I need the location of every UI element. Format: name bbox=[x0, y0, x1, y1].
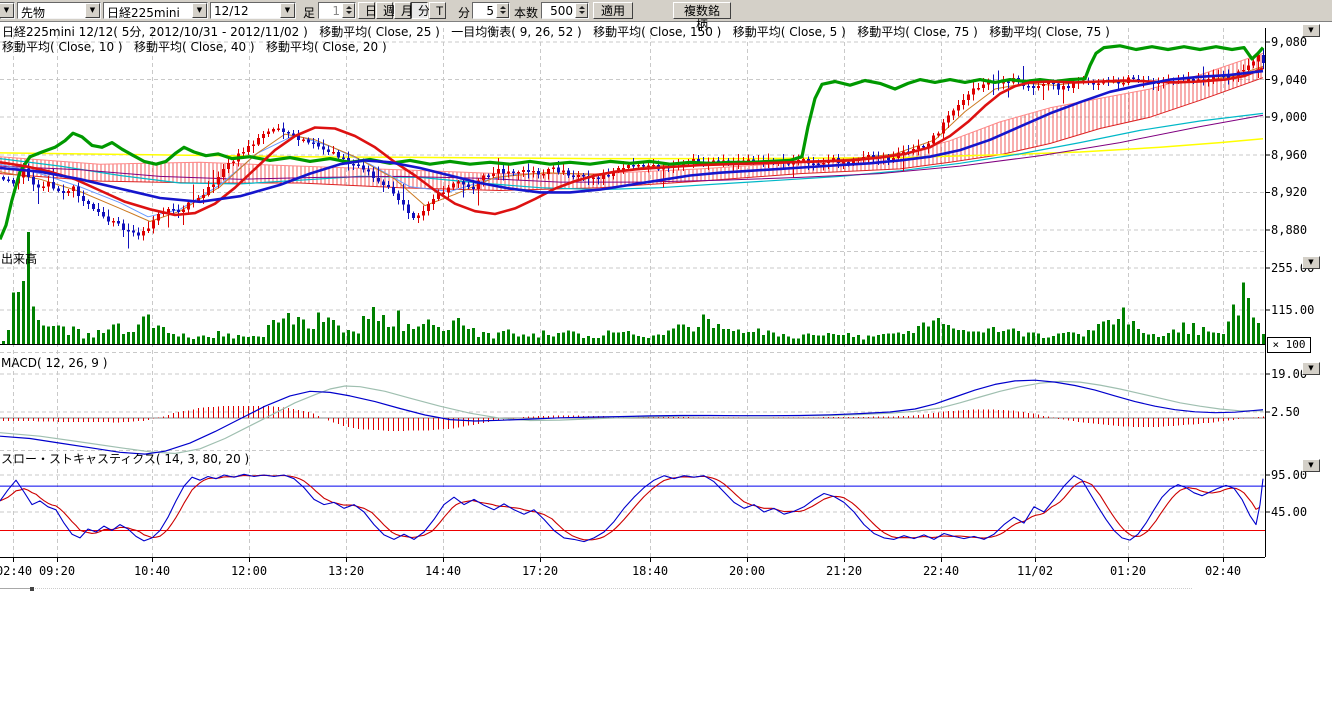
bar-count-value: 500 bbox=[550, 4, 573, 18]
chevron-down-icon[interactable]: ▼ bbox=[192, 3, 207, 18]
minute-interval-value: 5 bbox=[486, 4, 494, 18]
chart-canvas bbox=[0, 0, 1332, 712]
chevron-down-icon: ▼ bbox=[1308, 258, 1313, 266]
contract-month-value: 12/12 bbox=[214, 4, 249, 18]
chevron-down-icon[interactable]: ▼ bbox=[280, 3, 295, 18]
stoch-pane-menu-button[interactable]: ▼ bbox=[1302, 459, 1320, 472]
chevron-down-icon: ▼ bbox=[1308, 461, 1313, 469]
minute-interval-stepper[interactable]: 5 bbox=[472, 2, 510, 19]
market-type-value: 先物 bbox=[21, 4, 45, 21]
contract-month-select[interactable]: 12/12 ▼ bbox=[210, 2, 296, 19]
scrollbar-thumb[interactable] bbox=[30, 587, 34, 591]
minute-bars-button[interactable]: 分 bbox=[411, 2, 428, 19]
macd-pane-menu-button[interactable]: ▼ bbox=[1302, 362, 1320, 375]
partial-combo-left-edge[interactable]: ▼ bbox=[0, 2, 15, 19]
spinner-icon[interactable] bbox=[496, 3, 509, 18]
symbol-value: 日経225mini bbox=[107, 4, 180, 21]
volume-multiplier-badge: × 100 bbox=[1267, 337, 1311, 353]
chevron-down-icon[interactable]: ▼ bbox=[0, 3, 14, 18]
price-pane-menu-button[interactable]: ▼ bbox=[1302, 24, 1320, 37]
chevron-down-icon[interactable]: ▼ bbox=[85, 3, 100, 18]
scrollbar-track[interactable] bbox=[0, 588, 1192, 589]
symbol-select[interactable]: 日経225mini ▼ bbox=[103, 2, 208, 19]
market-type-select[interactable]: 先物 ▼ bbox=[17, 2, 101, 19]
chevron-down-icon: ▼ bbox=[1308, 26, 1313, 34]
weekly-bars-button[interactable]: 週 bbox=[376, 2, 393, 19]
minute-label: 分 bbox=[458, 4, 470, 21]
monthly-bars-button[interactable]: 月 bbox=[394, 2, 411, 19]
spinner-icon[interactable] bbox=[342, 3, 355, 18]
daily-bars-button[interactable]: 日 bbox=[358, 2, 375, 19]
volume-pane-menu-button[interactable]: ▼ bbox=[1302, 256, 1320, 269]
bar-interval-stepper[interactable]: 1 bbox=[318, 2, 356, 19]
scrollbar-used-segment bbox=[0, 588, 30, 589]
bar-type-label: 足 bbox=[303, 4, 315, 21]
bar-count-stepper[interactable]: 500 bbox=[541, 2, 589, 19]
toolbar: ▼ 先物 ▼ 日経225mini ▼ 12/12 ▼ 足 1 日 週 月 分 T… bbox=[0, 0, 1332, 22]
apply-button[interactable]: 適用 bbox=[593, 2, 633, 19]
horizontal-scrollbar[interactable] bbox=[0, 586, 1192, 592]
spinner-icon[interactable] bbox=[575, 3, 588, 18]
chevron-down-icon: ▼ bbox=[1308, 364, 1313, 372]
multi-symbol-button[interactable]: 複数銘柄 bbox=[673, 2, 731, 19]
bar-interval-value: 1 bbox=[332, 4, 340, 18]
tick-bars-button[interactable]: T bbox=[429, 2, 446, 19]
bar-count-label: 本数 bbox=[514, 4, 538, 21]
